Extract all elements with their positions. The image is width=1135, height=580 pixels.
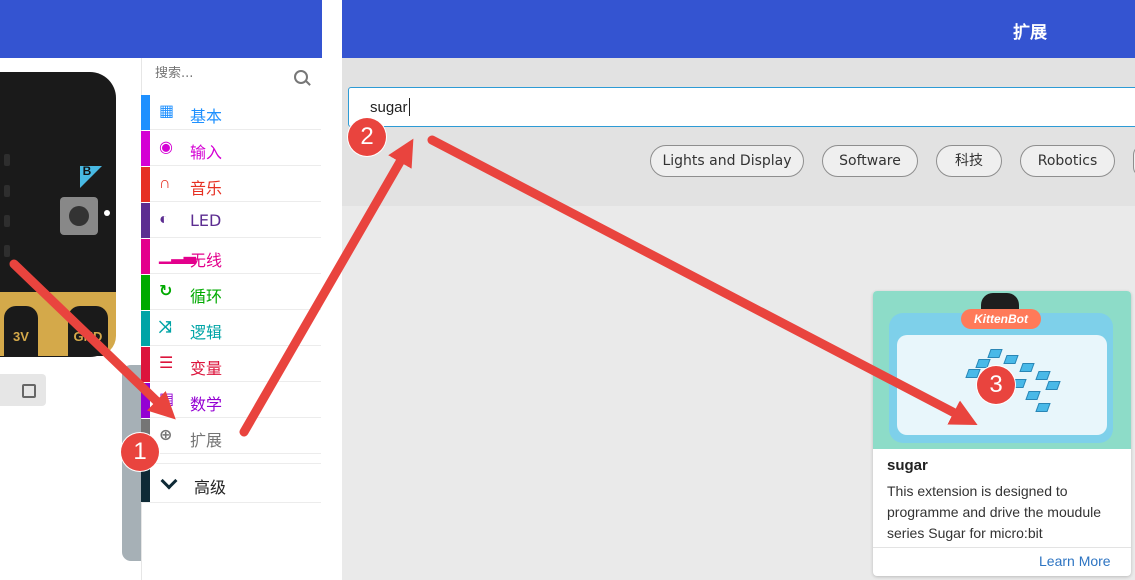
editor-header (0, 0, 322, 58)
kittenbot-logo: KittenBot (961, 309, 1041, 329)
card-divider (873, 547, 1131, 548)
step-badge-1: 1 (121, 433, 159, 471)
card-description: This extension is designed to programme … (887, 483, 1102, 541)
led (4, 245, 10, 257)
module (987, 349, 1003, 358)
search-value: sugar (370, 99, 408, 116)
category-color-bar (141, 203, 150, 238)
board-hole (104, 210, 110, 216)
module (1003, 355, 1019, 364)
signal-bars-icon: ▁▂▃ (159, 247, 196, 264)
extension-card-sugar[interactable]: KittenBot sugar This extension is design… (873, 291, 1131, 576)
category-label: 扩展 (190, 431, 223, 450)
toolbox-category-0[interactable]: ▦ 基本 (141, 95, 321, 130)
toolbox-category-8[interactable]: ▤ 数学 (141, 383, 321, 418)
category-label: 逻辑 (190, 323, 223, 342)
category-color-bar (141, 95, 150, 130)
module (1025, 391, 1041, 400)
category-color-bar (141, 311, 150, 346)
category-color-bar (141, 347, 150, 382)
learn-more-link[interactable]: Learn More (1039, 553, 1111, 569)
chip-tech[interactable]: 科技 (936, 145, 1002, 177)
toolbox-category-2[interactable]: ∩ 音乐 (141, 167, 321, 202)
button-b-letter: B (82, 164, 92, 178)
module (1045, 381, 1061, 390)
card-title: sugar (887, 457, 928, 474)
target-icon: ◉ (159, 139, 173, 156)
advanced-label: 高级 (194, 478, 227, 497)
toolbox-category-4[interactable]: ▁▂▃ 无线 (141, 239, 321, 274)
list-icon: ☰ (159, 355, 174, 372)
fullscreen-icon (22, 384, 36, 398)
text-caret (409, 98, 410, 116)
category-color-bar (141, 167, 150, 202)
chip-robotics[interactable]: Robotics (1020, 145, 1115, 177)
category-color-bar (141, 131, 150, 166)
module (1019, 363, 1035, 372)
toggle-icon: ◐ (159, 211, 169, 228)
led (4, 154, 10, 166)
pin-3v[interactable]: 3V (4, 306, 38, 356)
search-input[interactable] (155, 66, 285, 81)
category-color-bar (141, 275, 150, 310)
led (4, 185, 10, 197)
pin-gnd[interactable]: GND (68, 306, 108, 356)
advanced-category[interactable]: 高级 (141, 463, 321, 503)
extensions-title: 扩展 (1013, 23, 1047, 43)
toolbox-category-7[interactable]: ☰ 变量 (141, 347, 321, 382)
headphones-icon: ∩ (159, 175, 171, 192)
category-label: 音乐 (190, 179, 223, 198)
chevron-down-icon (160, 472, 178, 490)
plus-circle-icon: ⊕ (159, 427, 173, 444)
extension-search-input[interactable]: sugar (348, 87, 1135, 127)
button-b-cap[interactable] (69, 206, 89, 226)
category-color-bar (141, 239, 150, 274)
led (4, 215, 10, 227)
step-badge-2: 2 (348, 118, 386, 156)
chip-software[interactable]: Software (822, 145, 918, 177)
category-label: 数学 (190, 395, 223, 414)
module (1035, 403, 1051, 412)
grid-icon: ▦ (159, 103, 175, 120)
category-label: LED (190, 211, 222, 230)
toolbox-category-5[interactable]: ↻ 循环 (141, 275, 321, 310)
category-color-bar (141, 383, 150, 418)
category-label: 基本 (190, 107, 223, 126)
step-badge-3: 3 (977, 366, 1015, 404)
toolbox-category-3[interactable]: ◐ LED (141, 203, 321, 238)
category-label: 无线 (190, 251, 223, 270)
category-label: 输入 (190, 143, 223, 162)
shuffle-icon: ⤨ (159, 319, 172, 336)
search-icon[interactable] (294, 70, 308, 84)
calculator-icon: ▤ (159, 391, 175, 408)
toolbox-category-1[interactable]: ◉ 输入 (141, 131, 321, 166)
refresh-icon: ↻ (159, 283, 173, 300)
chip-lights-display[interactable]: Lights and Display (650, 145, 804, 177)
toolbox-category-6[interactable]: ⤨ 逻辑 (141, 311, 321, 346)
filter-band (342, 58, 1135, 206)
category-label: 循环 (190, 287, 223, 306)
edge-connector: 3V GND (0, 292, 116, 356)
toolbox-category-9[interactable]: ⊕ 扩展 (141, 419, 321, 454)
toolbox-search[interactable] (141, 58, 321, 94)
module (1035, 371, 1051, 380)
category-label: 变量 (190, 359, 223, 378)
